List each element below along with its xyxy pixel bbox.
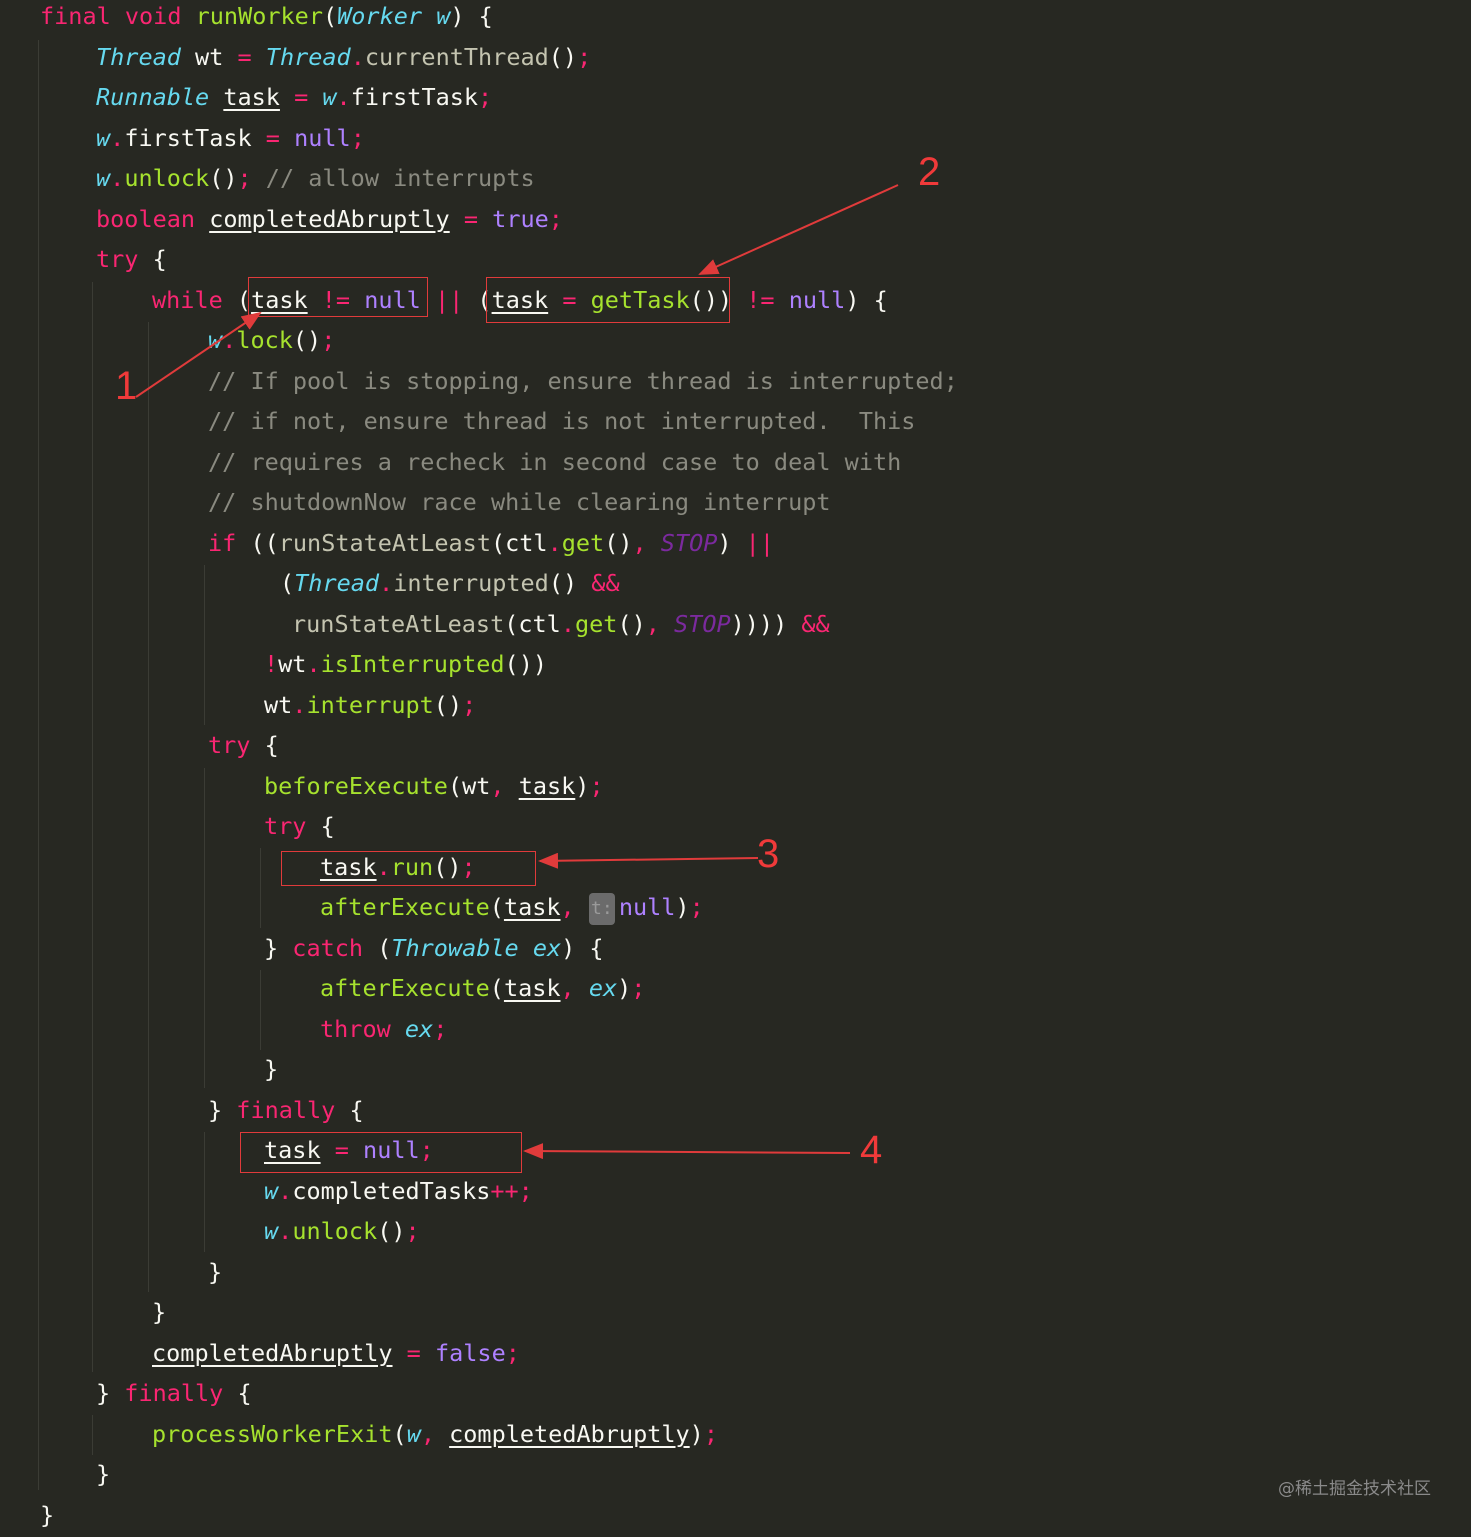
arrow-1 [135, 311, 262, 398]
annotation-label-1: 1 [115, 364, 138, 408]
annotation-label-4: 4 [860, 1128, 883, 1172]
arrow-3 [538, 852, 759, 869]
annotation-label-3: 3 [757, 832, 780, 876]
arrow-4 [523, 1143, 851, 1160]
watermark: @稀土掘金技术社区 [1278, 1479, 1431, 1499]
annotation-arrows [135, 184, 899, 1160]
arrow-2 [698, 184, 899, 275]
annotation-label-2: 2 [918, 150, 941, 194]
